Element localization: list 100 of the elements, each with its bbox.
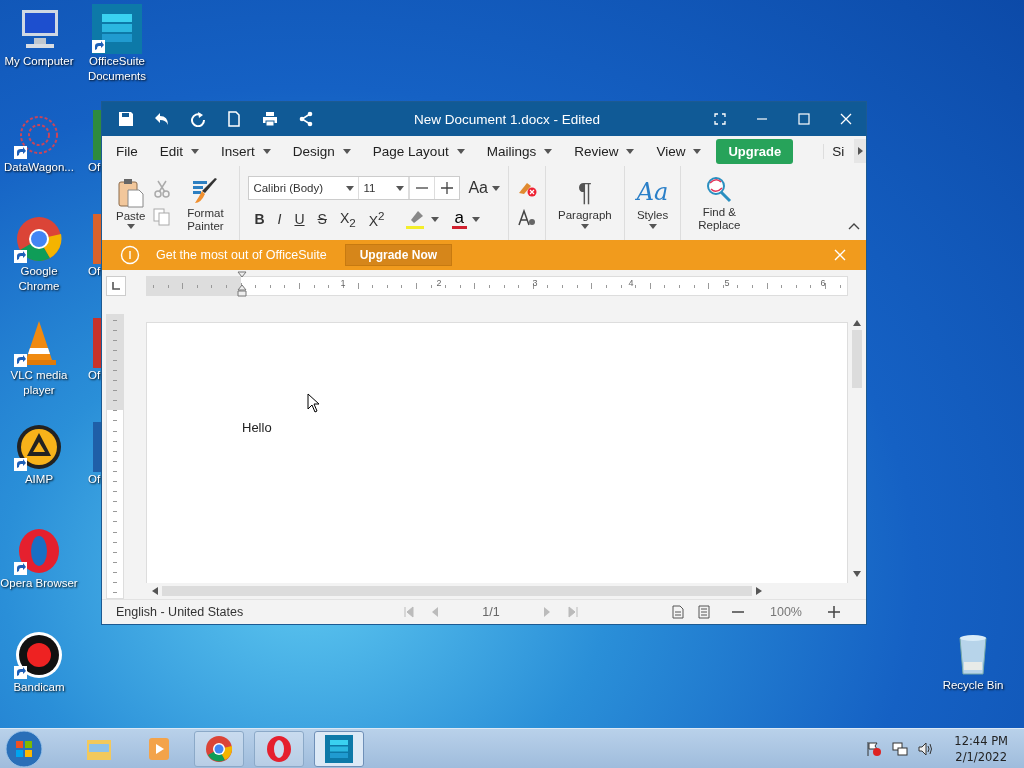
- paintbrush-icon: [191, 177, 220, 205]
- close-icon[interactable]: [840, 113, 852, 125]
- zoom-level[interactable]: 100%: [766, 605, 806, 619]
- caret-icon: [342, 148, 351, 154]
- caret-icon: [126, 223, 135, 229]
- menu-item[interactable]: File: [102, 143, 149, 159]
- banner-message: Get the most out of OfficeSuite: [156, 248, 327, 262]
- speaker-icon[interactable]: [918, 740, 935, 757]
- font-color-button[interactable]: a: [451, 209, 468, 229]
- undo-icon[interactable]: [154, 111, 170, 127]
- taskbar-app-button[interactable]: [254, 730, 304, 767]
- new-document-icon[interactable]: [226, 111, 242, 127]
- font-name-field[interactable]: Calibri (Body): [249, 177, 360, 199]
- format-painter-button[interactable]: Format Painter: [179, 173, 232, 233]
- scroll-right-button[interactable]: [854, 139, 866, 163]
- document-page[interactable]: Hello: [146, 322, 848, 583]
- page-indicator: 1/1: [481, 605, 501, 619]
- maximize-icon[interactable]: [798, 113, 810, 125]
- action-center-icon[interactable]: [866, 740, 883, 757]
- change-case-button[interactable]: Aa: [468, 179, 500, 197]
- caret-icon: [262, 148, 271, 154]
- arrow-up-icon[interactable]: [853, 320, 861, 326]
- caret-icon: [346, 185, 355, 191]
- format-button[interactable]: U: [290, 211, 309, 227]
- document-text: Hello: [242, 420, 272, 435]
- web-view-icon[interactable]: [698, 605, 710, 619]
- desktop-icon-label[interactable]: Recycle Bin: [942, 678, 1004, 693]
- taskbar-app-button[interactable]: [194, 730, 244, 767]
- caret-icon: [191, 148, 200, 154]
- caret-icon: [396, 185, 405, 191]
- find-replace-button[interactable]: Find & Replace: [681, 166, 758, 240]
- desktop-icon-label[interactable]: OfficeSuite Documents: [78, 54, 156, 84]
- desktop-icon-label[interactable]: VLC media player: [0, 368, 78, 398]
- triangle-circle-icon[interactable]: [14, 422, 64, 472]
- print-icon[interactable]: [262, 111, 278, 127]
- caret-icon: [580, 223, 589, 229]
- desktop-icon-label[interactable]: Of: [88, 368, 101, 383]
- fullscreen-icon[interactable]: [714, 113, 726, 125]
- cut-off-menu-item[interactable]: Si: [823, 143, 845, 159]
- arrow-down-icon[interactable]: [853, 571, 861, 577]
- collapse-ribbon-icon[interactable]: [848, 222, 860, 230]
- caret-icon: [648, 223, 657, 229]
- clipboard-icon: [117, 177, 144, 208]
- redo-icon[interactable]: [190, 111, 206, 127]
- tab-stop-button[interactable]: [106, 276, 126, 296]
- menu-item[interactable]: Design: [281, 143, 362, 159]
- opera-icon: [264, 733, 294, 764]
- ruler-number: 5: [723, 278, 731, 288]
- menu-item[interactable]: Review: [563, 143, 646, 159]
- zoom-in-icon[interactable]: [828, 606, 840, 618]
- text-effects-icon[interactable]: [517, 209, 537, 227]
- caret-icon: [456, 148, 465, 154]
- caret-icon[interactable]: [430, 216, 439, 222]
- record-icon[interactable]: [14, 630, 64, 680]
- arrow-left-icon[interactable]: [152, 587, 158, 595]
- paste-button[interactable]: Paste: [116, 177, 146, 229]
- chrome-icon[interactable]: [14, 214, 64, 264]
- caret-icon: [544, 148, 553, 154]
- arrow-right-icon: [857, 147, 863, 155]
- format-button[interactable]: X$^{2}$: [364, 209, 389, 229]
- info-icon: [120, 245, 140, 265]
- caret-icon: [693, 148, 702, 154]
- ruler-number: 4: [627, 278, 635, 288]
- ruler-number: 2: [435, 278, 443, 288]
- format-button[interactable]: S: [313, 211, 331, 227]
- desktop-icon-label[interactable]: DataWagon...: [4, 160, 74, 175]
- menu-item[interactable]: Mailings: [475, 143, 564, 159]
- clock-time[interactable]: 12:44 PM: [954, 732, 1008, 749]
- ruler-number: 6: [819, 278, 827, 288]
- language-status[interactable]: English - United States: [116, 605, 346, 619]
- caret-icon[interactable]: [472, 216, 481, 222]
- clock-date[interactable]: 2/1/2022: [955, 748, 1007, 765]
- stacked-bars-icon[interactable]: [92, 4, 142, 54]
- save-icon[interactable]: [118, 111, 134, 127]
- network-icon[interactable]: [892, 740, 909, 757]
- desktop-icon-label[interactable]: Google Chrome: [0, 264, 78, 294]
- page-view-icon[interactable]: [672, 605, 684, 619]
- menu-item[interactable]: Edit: [148, 143, 211, 159]
- ruler-number: 3: [531, 278, 539, 288]
- taskbar-app-button[interactable]: [314, 730, 364, 767]
- desktop-icon-label[interactable]: Of: [88, 160, 101, 175]
- desktop-icon-label[interactable]: Of: [88, 264, 101, 279]
- format-button[interactable]: B: [250, 211, 269, 227]
- start-button[interactable]: [4, 728, 44, 768]
- format-button[interactable]: I: [273, 211, 286, 227]
- caret-icon: [492, 185, 500, 191]
- desktop-icon-label[interactable]: My Computer: [4, 54, 74, 69]
- menu-item[interactable]: View: [645, 143, 713, 159]
- menu-item[interactable]: Insert: [210, 143, 282, 159]
- menu-item[interactable]: Page Layout: [361, 143, 476, 159]
- highlighter-icon[interactable]: [403, 208, 426, 230]
- stacked-bars-icon: [324, 733, 354, 764]
- left-tab-icon: [111, 281, 121, 291]
- mouse-pointer-icon: [307, 393, 321, 413]
- share-icon[interactable]: [298, 111, 314, 127]
- arrow-right-icon[interactable]: [756, 587, 762, 595]
- caret-icon: [626, 148, 635, 154]
- format-button[interactable]: X$_{2}$: [335, 209, 360, 229]
- font-size-field[interactable]: 11: [359, 177, 410, 199]
- chrome-icon: [204, 733, 234, 764]
